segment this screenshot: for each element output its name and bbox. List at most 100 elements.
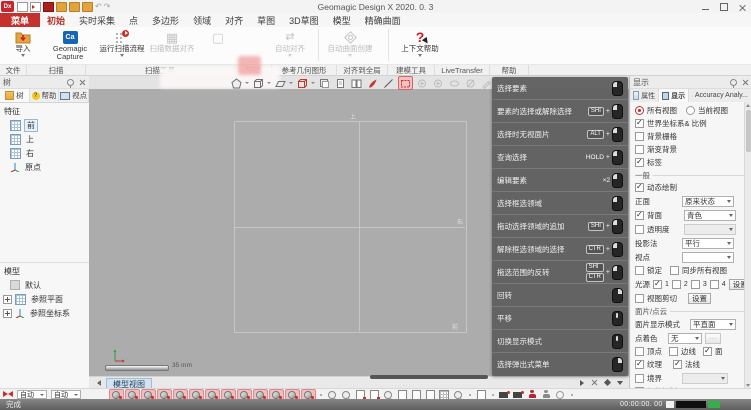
- tab-3d-sketch[interactable]: 3D草图: [282, 13, 326, 27]
- rectangle-select-icon[interactable]: [398, 76, 413, 90]
- expand-plus-icon[interactable]: [3, 295, 12, 304]
- circle-select-alt-icon[interactable]: [432, 77, 445, 89]
- split-view-icon[interactable]: [350, 77, 363, 89]
- page-view-icon[interactable]: [410, 390, 423, 400]
- tab-live-capture[interactable]: 实时采集: [72, 13, 122, 27]
- close-icon[interactable]: [739, 4, 746, 11]
- front-face-select[interactable]: 原来状态: [682, 196, 734, 207]
- tree-item-ref-planes[interactable]: 参照平面: [0, 292, 89, 306]
- page-view-icon[interactable]: [396, 390, 409, 400]
- red-cube-view-icon[interactable]: [296, 77, 309, 89]
- circle-select-icon[interactable]: [416, 77, 429, 89]
- run-scan-process-button[interactable]: 运行扫描流程: [98, 29, 146, 57]
- back-face-select[interactable]: 青色: [684, 210, 736, 221]
- checkbox-world-coord[interactable]: [635, 119, 644, 128]
- checkbox-sync-all-views[interactable]: [670, 266, 679, 275]
- stamp-tool-icon[interactable]: [318, 77, 331, 89]
- tree-item-default[interactable]: 默认: [0, 278, 89, 292]
- zoom-page-icon[interactable]: [368, 390, 381, 400]
- page-copy-icon[interactable]: [475, 390, 488, 400]
- snapshot-icon[interactable]: [512, 390, 525, 400]
- chevron-down-icon[interactable]: [617, 381, 623, 385]
- chevron-down-icon[interactable]: [267, 82, 271, 84]
- checkbox-light-4[interactable]: [710, 280, 719, 289]
- checkbox-gradient-background[interactable]: [635, 145, 644, 154]
- freeform-select-icon[interactable]: [464, 77, 477, 89]
- minimize-icon[interactable]: [702, 9, 709, 10]
- radio-current-view[interactable]: [686, 106, 695, 115]
- line-select-icon[interactable]: [382, 77, 395, 89]
- vertical-scrollbar[interactable]: [744, 102, 751, 389]
- checkbox-dynamic-draw[interactable]: [635, 183, 644, 192]
- undo-icon[interactable]: ↶: [95, 3, 102, 11]
- checkbox-vertex[interactable]: [635, 347, 644, 356]
- scrollbar-thumb[interactable]: [746, 110, 751, 152]
- clip-settings-button[interactable]: 设置: [688, 293, 711, 304]
- tab-region[interactable]: 领域: [186, 13, 218, 27]
- view-control-icon[interactable]: [452, 390, 465, 400]
- grid-view-icon[interactable]: [438, 390, 451, 400]
- tab-tree[interactable]: 树: [0, 89, 30, 102]
- page-view-icon[interactable]: [424, 390, 437, 400]
- checkbox-edge[interactable]: [669, 347, 678, 356]
- checkbox-light-1[interactable]: [653, 280, 662, 289]
- checkbox-back-face[interactable]: [635, 211, 644, 220]
- tab-help[interactable]: 帮助: [30, 89, 60, 102]
- viewpoint-select[interactable]: [682, 252, 734, 263]
- redo-icon[interactable]: ↷: [104, 3, 111, 11]
- chevron-down-icon[interactable]: [289, 82, 293, 84]
- scroll-up-icon[interactable]: [746, 104, 750, 107]
- checkbox-view-clip[interactable]: [635, 294, 644, 303]
- import-button[interactable]: 导入: [4, 29, 42, 57]
- zoom-lens-icon[interactable]: [340, 390, 353, 400]
- checkbox-boundary[interactable]: [635, 374, 644, 383]
- light-settings-button[interactable]: 设置: [729, 279, 745, 290]
- new-document-icon[interactable]: [17, 2, 28, 12]
- tab-viewpoint[interactable]: 视点: [59, 89, 89, 102]
- selection-mode-select-1[interactable]: 自动: [17, 390, 47, 399]
- tab-initial[interactable]: 初始: [40, 13, 72, 27]
- user-view-icon[interactable]: [540, 390, 553, 400]
- paint-tool-icon[interactable]: [366, 77, 379, 89]
- tab-polygons[interactable]: 多边形: [145, 13, 186, 27]
- tree-item-top-plane[interactable]: 上: [0, 132, 89, 146]
- checkbox-background-grid[interactable]: [635, 132, 644, 141]
- play-icon[interactable]: [580, 380, 584, 386]
- ellipse-select-icon[interactable]: [448, 77, 461, 89]
- point-color-select[interactable]: 无: [668, 333, 702, 344]
- save-icon[interactable]: [43, 2, 54, 12]
- checkbox-lock[interactable]: [635, 266, 644, 275]
- tab-points[interactable]: 点: [122, 13, 145, 27]
- pin-icon[interactable]: [730, 79, 737, 86]
- tab-accuracy-analyzer[interactable]: Accuracy Analy...: [689, 89, 751, 102]
- checkbox-texture[interactable]: [635, 360, 644, 369]
- scroll-down-icon[interactable]: [746, 384, 750, 387]
- tree-item-right-plane[interactable]: 右: [0, 146, 89, 160]
- open-document-icon[interactable]: [30, 2, 41, 12]
- checkbox-light-2[interactable]: [672, 280, 681, 289]
- cube-view-icon[interactable]: [252, 77, 265, 89]
- expand-plus-icon[interactable]: [3, 309, 12, 318]
- circle-view-icon[interactable]: [554, 390, 567, 400]
- zoom-lens-icon[interactable]: [326, 390, 339, 400]
- horizontal-scrollbar-thumb[interactable]: [370, 375, 488, 379]
- selection-mode-select-2[interactable]: 自动: [51, 390, 81, 399]
- mesh-mode-select[interactable]: 平直面: [690, 319, 736, 330]
- menu-button[interactable]: 菜单: [0, 13, 40, 27]
- tree-item-ref-coordinates[interactable]: 参照坐标系: [0, 306, 89, 320]
- radio-all-views[interactable]: [635, 106, 644, 115]
- tab-model[interactable]: 模型: [326, 13, 358, 27]
- geomagic-capture-button[interactable]: Ca Geomagic Capture: [44, 29, 96, 61]
- diamond-icon[interactable]: [604, 379, 611, 386]
- pentagon-view-icon[interactable]: [230, 77, 243, 89]
- scroll-left-icon[interactable]: [97, 380, 101, 386]
- tree-item-front-plane[interactable]: 前: [0, 118, 89, 132]
- record-video-icon[interactable]: [498, 390, 511, 400]
- chevron-down-icon[interactable]: [245, 82, 249, 84]
- maximize-icon[interactable]: [720, 3, 728, 11]
- projection-select[interactable]: 平行: [682, 238, 734, 249]
- tab-sketch[interactable]: 草图: [250, 13, 282, 27]
- checkbox-labels[interactable]: [635, 158, 644, 167]
- context-help-button[interactable]: ? 上下文帮助: [396, 29, 444, 57]
- close-icon[interactable]: [742, 79, 749, 86]
